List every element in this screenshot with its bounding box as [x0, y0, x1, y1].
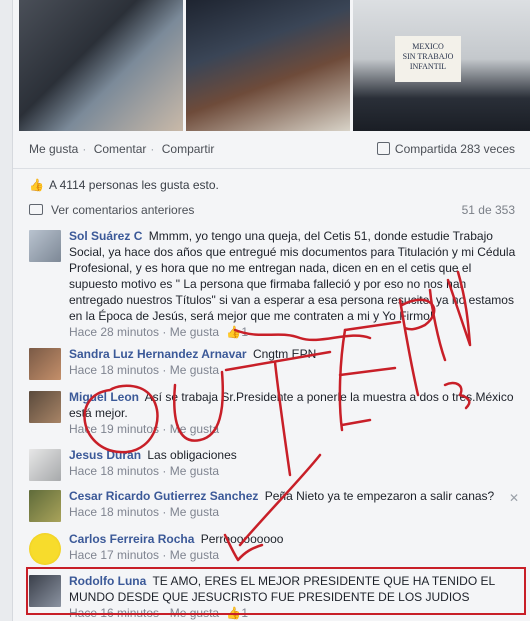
comment-link[interactable]: Comentar [94, 142, 147, 156]
view-previous-label: Ver comentarios anteriores [51, 203, 195, 217]
avatar[interactable] [29, 230, 61, 262]
comment-time[interactable]: Hace 19 minutos [69, 422, 159, 436]
comment-text: Peña Nieto ya te empezaron a salir canas… [264, 489, 495, 503]
avatar[interactable] [29, 348, 61, 380]
avatar[interactable] [29, 449, 61, 481]
comment-meta: Hace 18 minutos · Me gusta [69, 505, 220, 519]
comment-like-link[interactable]: Me gusta [170, 325, 219, 339]
close-icon[interactable]: ✕ [509, 490, 519, 506]
comment-time[interactable]: Hace 28 minutos [69, 325, 159, 339]
commenter-name[interactable]: Cesar Ricardo Gutierrez Sanchez [69, 489, 258, 503]
highlight-box [26, 567, 526, 615]
divider [13, 168, 530, 169]
shared-count-label: Compartida 283 veces [394, 142, 515, 156]
comment-item: Carlos Ferreira Rocha Perrooooooooo Hace… [29, 531, 521, 567]
comment-meta: Hace 19 minutos · Me gusta [69, 422, 220, 436]
comment-meta: Hace 17 minutos · Me gusta [69, 548, 220, 562]
comment-meta: Hace 18 minutos · Me gusta [69, 464, 220, 478]
likes-summary-text: A 4114 personas les gusta esto. [48, 178, 219, 192]
avatar[interactable] [29, 490, 61, 522]
comment-item: Sandra Luz Hernandez Arnavar Cngtm EPN H… [29, 346, 521, 382]
comment-count: 51 de 353 [461, 203, 515, 217]
comment-like-link[interactable]: Me gusta [170, 548, 219, 562]
like-count-value: 1 [241, 325, 249, 339]
comment-like-link[interactable]: Me gusta [170, 363, 219, 377]
commenter-name[interactable]: Miguel Leon [69, 390, 139, 404]
comment-item: Sol Suárez C Mmmm, yo tengo una queja, d… [29, 228, 521, 339]
comment-time[interactable]: Hace 17 minutos [69, 548, 159, 562]
commenter-name[interactable]: Jesus Duran [69, 448, 141, 462]
comment-bubble-icon [29, 204, 43, 215]
comment-text: Cngtm EPN [252, 347, 317, 361]
comment-like-link[interactable]: Me gusta [170, 422, 219, 436]
comment-like-link[interactable]: Me gusta [170, 464, 219, 478]
commenter-name[interactable]: Sol Suárez C [69, 229, 142, 243]
photo-sign: MEXICO SIN TRABAJO INFANTIL [395, 36, 461, 82]
comment-text: Perrooooooooo [200, 532, 284, 546]
comment-time[interactable]: Hace 18 minutos [69, 464, 159, 478]
likes-summary[interactable]: 👍 A 4114 personas les gusta esto. [29, 178, 219, 192]
photo-strip: MEXICO SIN TRABAJO INFANTIL [19, 0, 530, 131]
comment-text: Las obligaciones [147, 448, 237, 462]
comment-meta: Hace 28 minutos · Me gusta 👍1 [69, 325, 249, 339]
comment-item: Miguel Leon Así se trabaja Sr.Presidente… [29, 389, 521, 439]
view-previous-comments[interactable]: Ver comentarios anteriores [29, 203, 194, 217]
photo-1[interactable] [19, 0, 183, 131]
avatar[interactable] [29, 391, 61, 423]
share-link[interactable]: Compartir [162, 142, 215, 156]
thumbs-up-icon: 👍 [29, 178, 44, 192]
comment-item: Jesus Duran Las obligaciones Hace 18 min… [29, 447, 521, 483]
comment-meta: Hace 18 minutos · Me gusta [69, 363, 220, 377]
comment-like-link[interactable]: Me gusta [170, 505, 219, 519]
share-icon [376, 142, 390, 155]
commenter-name[interactable]: Sandra Luz Hernandez Arnavar [69, 347, 247, 361]
commenter-name[interactable]: Carlos Ferreira Rocha [69, 532, 194, 546]
shared-count[interactable]: Compartida 283 veces [376, 142, 515, 156]
comment-item: Cesar Ricardo Gutierrez Sanchez Peña Nie… [29, 488, 521, 524]
photo-3[interactable]: MEXICO SIN TRABAJO INFANTIL [353, 0, 530, 131]
post-actions: Me gusta · Comentar · Compartir [29, 142, 215, 156]
comment-text: Mmmm, yo tengo una queja, del Cetis 51, … [69, 229, 516, 323]
facebook-post-frame: MEXICO SIN TRABAJO INFANTIL Me gusta · Co… [12, 0, 530, 621]
smiley-avatar[interactable] [29, 533, 61, 565]
photo-2[interactable] [186, 0, 350, 131]
like-link[interactable]: Me gusta [29, 142, 78, 156]
comment-like-count[interactable]: 👍1 [226, 325, 248, 339]
comment-time[interactable]: Hace 18 minutos [69, 363, 159, 377]
comment-time[interactable]: Hace 18 minutos [69, 505, 159, 519]
